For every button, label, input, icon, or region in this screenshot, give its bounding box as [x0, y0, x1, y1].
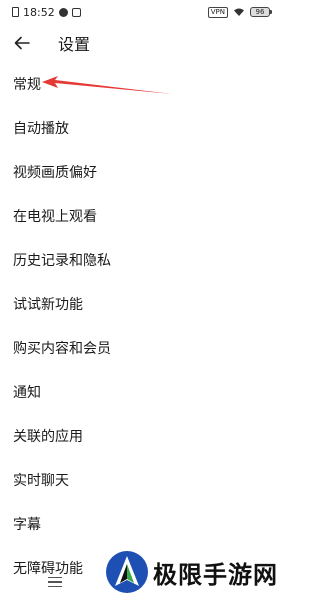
back-button[interactable]	[2, 26, 42, 60]
settings-item-label: 历史记录和隐私	[13, 253, 111, 269]
status-bar: 18:52 VPN 96	[0, 0, 284, 24]
battery-level: 96	[250, 7, 270, 17]
status-time: 18:52	[23, 5, 55, 19]
settings-item-label: 实时聊天	[13, 473, 69, 489]
settings-item-label: 自动播放	[13, 121, 69, 137]
settings-item-autoplay[interactable]: 自动播放	[0, 106, 284, 150]
settings-item-watch-on-tv[interactable]: 在电视上观看	[0, 194, 284, 238]
settings-item-video-quality[interactable]: 视频画质偏好	[0, 150, 284, 194]
watermark: 极限手游网	[101, 546, 278, 598]
settings-item-label: 在电视上观看	[13, 209, 97, 225]
settings-item-label: 通知	[13, 385, 41, 401]
settings-item-label: 关联的应用	[13, 429, 83, 445]
settings-item-label: 视频画质偏好	[13, 165, 97, 181]
settings-item-label: 购买内容和会员	[13, 341, 111, 357]
settings-list: 常规 自动播放 视频画质偏好 在电视上观看 历史记录和隐私 试试新功能 购买内容…	[0, 62, 284, 590]
vpn-badge: VPN	[207, 6, 228, 18]
sim-icon	[12, 7, 19, 17]
watermark-text: 极限手游网	[153, 559, 278, 589]
status-right: VPN 96	[207, 6, 272, 18]
settings-item-label: 字幕	[13, 517, 41, 533]
menu-icon[interactable]	[48, 576, 62, 591]
wifi-icon	[234, 8, 244, 16]
back-arrow-icon	[14, 36, 30, 50]
header: 设置	[0, 26, 284, 60]
settings-item-label: 常规	[13, 77, 41, 93]
settings-item-connected-apps[interactable]: 关联的应用	[0, 414, 284, 458]
settings-item-history-privacy[interactable]: 历史记录和隐私	[0, 238, 284, 282]
settings-item-captions[interactable]: 字幕	[0, 502, 284, 546]
settings-item-purchases-memberships[interactable]: 购买内容和会员	[0, 326, 284, 370]
page-title: 设置	[58, 35, 91, 54]
battery-icon: 96	[250, 7, 272, 17]
app-notification-icon	[71, 7, 81, 17]
settings-item-notifications[interactable]: 通知	[0, 370, 284, 414]
settings-item-try-new-features[interactable]: 试试新功能	[0, 282, 284, 326]
settings-item-label: 试试新功能	[13, 297, 83, 313]
annotation-arrow-icon	[42, 76, 172, 94]
watermark-logo-icon	[106, 551, 148, 593]
status-left: 18:52	[12, 6, 81, 19]
settings-item-live-chat[interactable]: 实时聊天	[0, 458, 284, 502]
notification-icon	[58, 7, 68, 17]
